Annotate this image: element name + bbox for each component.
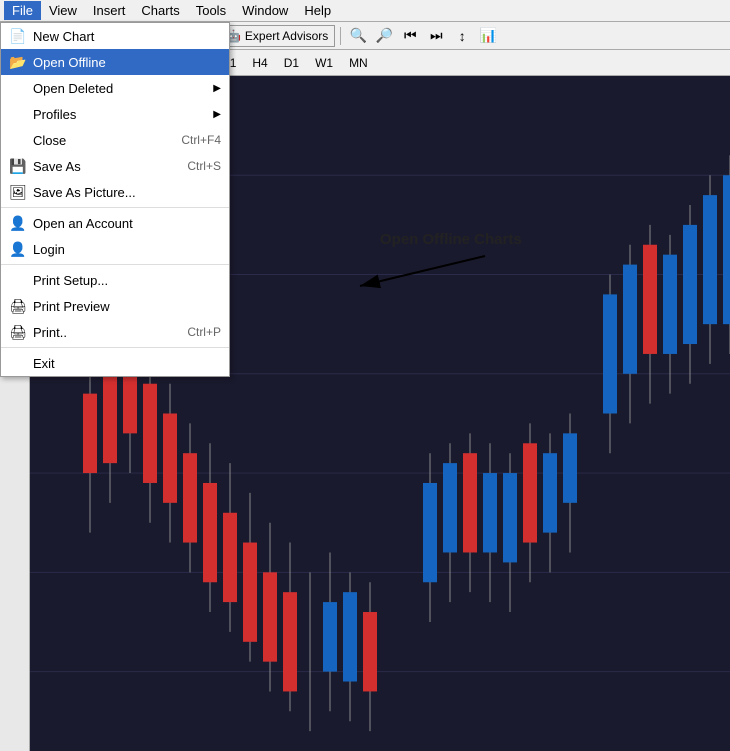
menu-item-print-setup[interactable]: Print Setup... <box>1 267 229 293</box>
sep-after-print <box>1 347 229 348</box>
new-chart-label: New Chart <box>33 29 94 44</box>
chart-left-icon[interactable]: ⏮ <box>398 25 422 47</box>
menu-view[interactable]: View <box>41 1 85 20</box>
open-account-icon: 👤 <box>9 214 27 232</box>
exit-label: Exit <box>33 356 55 371</box>
ea-label: Expert Advisors <box>245 29 328 43</box>
login-icon: 👤 <box>9 240 27 258</box>
open-offline-label: Open Offline <box>33 55 106 70</box>
menu-item-save-as-picture[interactable]: 🖼 Save As Picture... <box>1 179 229 205</box>
print-label: Print.. <box>33 325 67 340</box>
print-setup-label: Print Setup... <box>33 273 108 288</box>
menu-item-open-offline[interactable]: 📂 Open Offline <box>1 49 229 75</box>
chart-right-icon[interactable]: ⏭ <box>424 25 448 47</box>
exit-icon <box>9 354 27 372</box>
print-preview-label: Print Preview <box>33 299 110 314</box>
menu-tools[interactable]: Tools <box>188 1 234 20</box>
arrows-icon[interactable]: ↕ <box>450 25 474 47</box>
close-icon <box>9 131 27 149</box>
menu-help[interactable]: Help <box>296 1 339 20</box>
menu-item-login[interactable]: 👤 Login <box>1 236 229 262</box>
tf-d1[interactable]: D1 <box>278 54 305 72</box>
save-as-label: Save As <box>33 159 81 174</box>
save-as-icon: 💾 <box>9 157 27 175</box>
menu-window[interactable]: Window <box>234 1 296 20</box>
period-icon[interactable]: 📊 <box>476 25 500 47</box>
zoom-in-icon[interactable]: 🔍 <box>346 25 370 47</box>
profiles-label: Profiles <box>33 107 76 122</box>
print-icon: 🖨 <box>9 323 27 341</box>
close-shortcut: Ctrl+F4 <box>181 133 221 147</box>
open-deleted-icon <box>9 79 27 97</box>
menu-item-new-chart[interactable]: 📄 New Chart <box>1 23 229 49</box>
zoom-out-icon[interactable]: 🔎 <box>372 25 396 47</box>
tf-w1[interactable]: W1 <box>309 54 339 72</box>
open-deleted-label: Open Deleted <box>33 81 113 96</box>
menu-item-print[interactable]: 🖨 Print.. Ctrl+P <box>1 319 229 345</box>
save-as-picture-icon: 🖼 <box>9 183 27 201</box>
menu-item-open-account[interactable]: 👤 Open an Account <box>1 210 229 236</box>
print-shortcut: Ctrl+P <box>187 325 221 339</box>
new-chart-icon: 📄 <box>9 27 27 45</box>
open-account-label: Open an Account <box>33 216 133 231</box>
sep-after-login <box>1 264 229 265</box>
menu-item-open-deleted[interactable]: Open Deleted ▶ <box>1 75 229 101</box>
profiles-icon <box>9 105 27 123</box>
sep-after-save-picture <box>1 207 229 208</box>
file-dropdown-menu: 📄 New Chart 📂 Open Offline Open Deleted … <box>0 22 230 377</box>
tf-h4[interactable]: H4 <box>246 54 273 72</box>
menu-item-profiles[interactable]: Profiles ▶ <box>1 101 229 127</box>
menu-item-save-as[interactable]: 💾 Save As Ctrl+S <box>1 153 229 179</box>
menu-file[interactable]: File <box>4 1 41 20</box>
profiles-arrow: ▶ <box>213 109 221 120</box>
expert-advisors-button[interactable]: 🤖 Expert Advisors <box>219 25 335 47</box>
menu-item-print-preview[interactable]: 🖨 Print Preview <box>1 293 229 319</box>
open-offline-icon: 📂 <box>9 53 27 71</box>
open-deleted-arrow: ▶ <box>213 83 221 94</box>
save-as-picture-label: Save As Picture... <box>33 185 136 200</box>
print-setup-icon <box>9 271 27 289</box>
menu-bar: File View Insert Charts Tools Window Hel… <box>0 0 730 22</box>
menu-insert[interactable]: Insert <box>85 1 134 20</box>
save-as-shortcut: Ctrl+S <box>187 159 221 173</box>
close-label: Close <box>33 133 66 148</box>
tf-mn[interactable]: MN <box>343 54 374 72</box>
menu-charts[interactable]: Charts <box>133 1 187 20</box>
login-label: Login <box>33 242 65 257</box>
menu-item-exit[interactable]: Exit <box>1 350 229 376</box>
sep3 <box>340 27 341 45</box>
menu-item-close[interactable]: Close Ctrl+F4 <box>1 127 229 153</box>
print-preview-icon: 🖨 <box>9 297 27 315</box>
